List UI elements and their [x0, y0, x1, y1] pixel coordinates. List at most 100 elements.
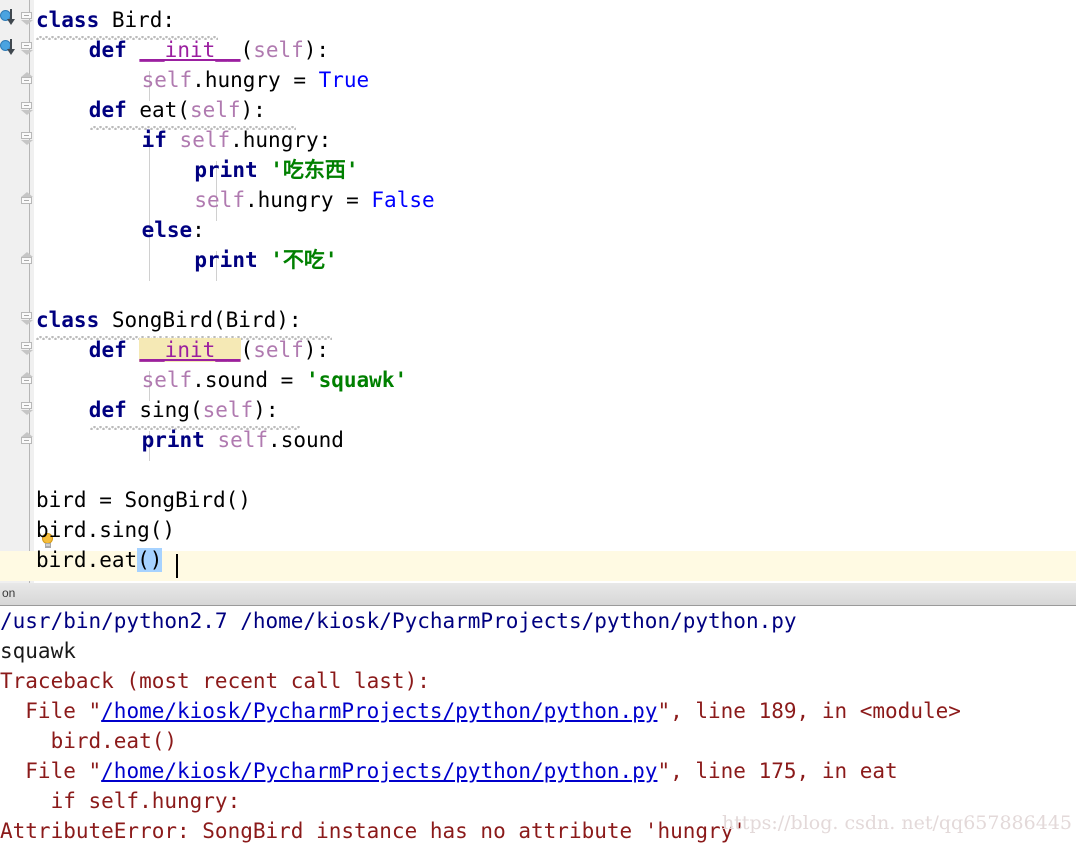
code-line[interactable]: print '吃东西' [194, 155, 358, 185]
code-token: bird.eat [36, 548, 138, 572]
code-token: def [88, 398, 127, 422]
code-line[interactable]: def eat(self): [89, 95, 266, 125]
code-token: .sound [268, 428, 344, 452]
code-token: 'squawk' [305, 368, 408, 392]
code-line[interactable]: class Bird: [36, 5, 175, 35]
code-fold-marker[interactable] [21, 72, 34, 90]
code-line[interactable]: bird.eat() [36, 545, 163, 575]
traceback-file-link[interactable]: /home/kiosk/PycharmProjects/python/pytho… [101, 759, 657, 783]
code-token: else [141, 218, 193, 242]
code-token: ( [240, 38, 254, 62]
text-caret [176, 554, 178, 578]
code-token: ): [303, 338, 330, 362]
code-fold-marker[interactable] [21, 102, 34, 115]
code-token: print [194, 248, 258, 272]
console-tab-bar[interactable]: on [0, 583, 1076, 606]
code-fold-marker[interactable] [21, 312, 34, 325]
console-text: ", line 175, in eat [657, 759, 898, 783]
code-token: ): [240, 98, 266, 122]
code-token: __init__ [139, 38, 241, 62]
run-console-output[interactable]: /usr/bin/python2.7 /home/kiosk/PycharmPr… [0, 606, 1076, 848]
code-line[interactable]: print '不吃' [194, 245, 337, 275]
code-token: self [202, 398, 254, 422]
code-line[interactable]: if self.hungry: [142, 125, 332, 155]
traceback-file-link[interactable]: /home/kiosk/PycharmProjects/python/pytho… [101, 699, 657, 723]
code-token: def [88, 38, 127, 62]
code-token: ): [253, 398, 279, 422]
console-text: File " [0, 699, 102, 723]
code-token: () [137, 548, 163, 572]
code-fold-marker[interactable] [21, 12, 34, 25]
console-text: AttributeError: SongBird instance has no… [0, 819, 746, 843]
code-line[interactable]: else: [142, 215, 205, 245]
code-token: def [88, 98, 127, 122]
code-token: self [141, 368, 193, 392]
code-token: class [36, 308, 100, 332]
code-token: self [189, 98, 241, 122]
code-line[interactable]: def sing(self): [89, 395, 279, 425]
console-line: File "/home/kiosk/PycharmProjects/python… [0, 756, 898, 786]
console-text: if self.hungry: [0, 789, 241, 813]
code-fold-marker[interactable] [21, 42, 34, 55]
code-token: : [192, 218, 205, 242]
console-tab-label[interactable]: on [2, 586, 15, 600]
console-line: /usr/bin/python2.7 /home/kiosk/PycharmPr… [0, 606, 797, 636]
code-token: self [179, 128, 231, 152]
code-line[interactable]: def __init__(self): [89, 335, 329, 365]
code-token: '吃东西' [270, 158, 359, 182]
code-fold-marker[interactable] [21, 432, 34, 450]
code-token: self [141, 68, 193, 92]
code-token: class [36, 8, 100, 32]
code-editor-pane[interactable]: class Bird: def __init__(self): self.hungr… [0, 0, 1076, 583]
code-token: def [88, 338, 127, 362]
console-text: ", line 189, in <module> [657, 699, 961, 723]
code-token: .sound = [192, 368, 306, 392]
code-line[interactable]: class SongBird(Bird): [36, 305, 302, 335]
code-token: self [253, 338, 304, 362]
code-line[interactable]: print self.sound [142, 425, 344, 455]
code-token: bird.sing() [36, 518, 176, 542]
code-line[interactable]: def __init__(self): [89, 35, 329, 65]
code-line[interactable]: bird = SongBird() [36, 485, 251, 515]
console-text: File " [0, 759, 102, 783]
code-token: sing( [126, 398, 203, 422]
code-line[interactable]: self.hungry = False [194, 185, 434, 215]
code-token: print [194, 158, 258, 182]
code-token: .hungry = [192, 68, 319, 92]
code-token: .hungry = [244, 188, 372, 212]
code-token: ( [240, 338, 254, 362]
code-token: self [253, 38, 304, 62]
console-line: Traceback (most recent call last): [0, 666, 430, 696]
code-fold-marker[interactable] [21, 192, 34, 210]
code-fold-marker[interactable] [21, 252, 34, 270]
code-fold-marker[interactable] [21, 402, 34, 415]
overridden-method-icon[interactable] [0, 8, 18, 26]
console-line: AttributeError: SongBird instance has no… [0, 816, 746, 846]
code-line[interactable]: self.sound = 'squawk' [142, 365, 408, 395]
code-line[interactable]: bird.sing() [36, 515, 175, 545]
console-line: if self.hungry: [0, 786, 241, 816]
code-token: True [318, 68, 370, 92]
code-token: __init__ [139, 338, 241, 362]
code-token: self [217, 428, 269, 452]
console-line: bird.eat() [0, 726, 177, 756]
code-line[interactable]: self.hungry = True [142, 65, 370, 95]
overridden-method-icon[interactable] [0, 38, 18, 56]
code-fold-marker[interactable] [21, 342, 34, 355]
code-text-area[interactable]: class Bird: def __init__(self): self.hungr… [0, 0, 1076, 583]
code-token: ): [303, 38, 330, 62]
console-line: File "/home/kiosk/PycharmProjects/python… [0, 696, 961, 726]
code-token: print [141, 428, 205, 452]
code-token: Bird: [99, 8, 176, 32]
code-token: if [141, 128, 167, 152]
console-text: /usr/bin/python2.7 /home/kiosk/PycharmPr… [0, 609, 797, 633]
console-line: squawk [0, 636, 76, 666]
code-fold-marker[interactable] [21, 372, 34, 390]
code-token: bird = SongBird() [36, 488, 251, 512]
code-fold-marker[interactable] [21, 132, 34, 145]
console-text: Traceback (most recent call last): [0, 669, 430, 693]
